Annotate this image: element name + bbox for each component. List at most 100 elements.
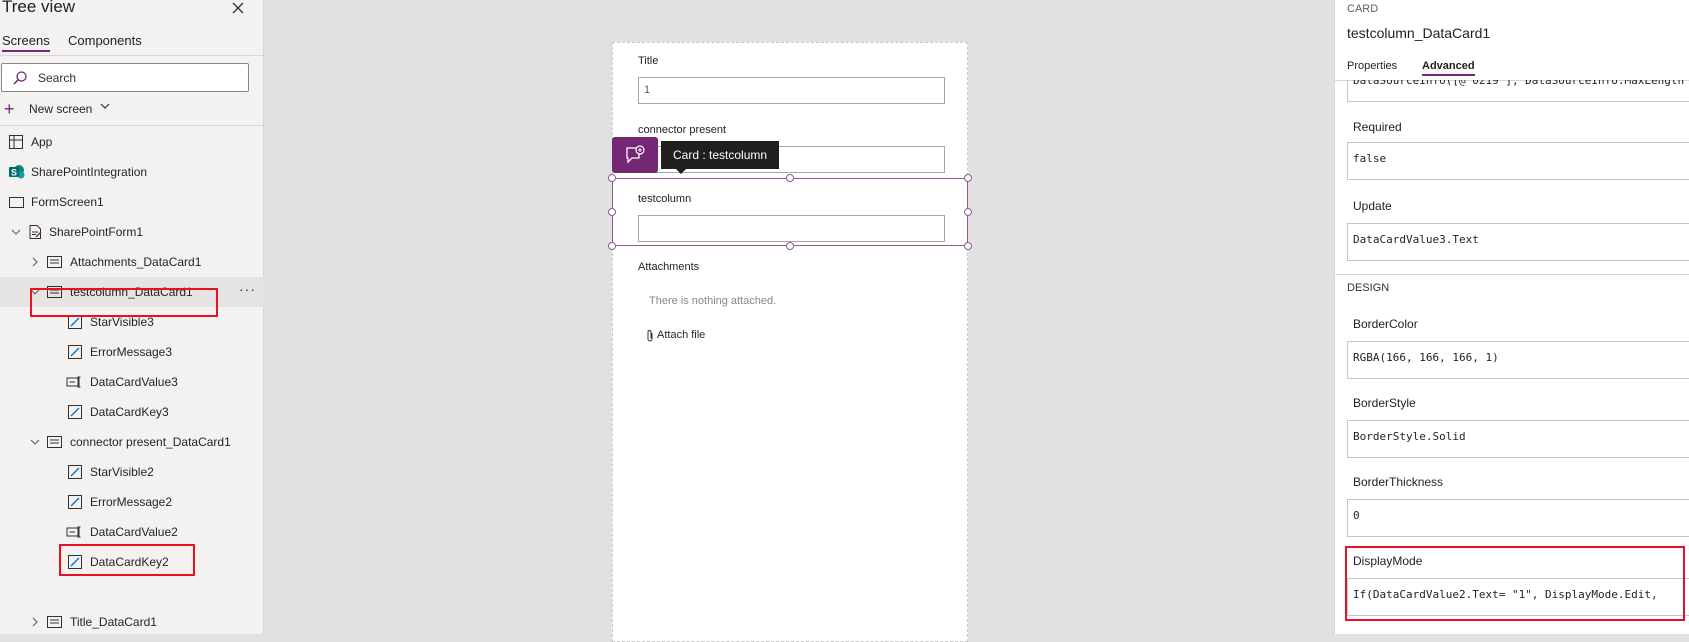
attachments-empty-text: There is nothing attached. (649, 295, 777, 307)
property-label-borderstyle: BorderStyle (1353, 396, 1416, 410)
highlight-box (30, 288, 218, 317)
chevron-right-icon[interactable] (29, 616, 41, 628)
tab-components[interactable]: Components (68, 33, 142, 48)
divider (1335, 274, 1689, 275)
tree-item-label: StarVisible2 (90, 465, 154, 479)
label-icon (67, 344, 84, 360)
tree-item-label: ErrorMessage3 (90, 345, 173, 359)
tab-screens[interactable]: Screens (2, 33, 50, 52)
tree-item-sharepointform1[interactable]: SharePointForm1 (0, 217, 264, 247)
resize-handle[interactable] (964, 242, 972, 250)
form-icon (27, 224, 44, 240)
property-input-borderthickness[interactable]: 0 (1347, 499, 1689, 537)
text-input-icon (66, 374, 83, 390)
resize-handle[interactable] (608, 208, 616, 216)
card-tooltip: Card : testcolumn (661, 141, 780, 169)
control-kind: CARD (1347, 3, 1379, 15)
tree-item-sharepointintegration[interactable]: S SharePointIntegration (0, 157, 264, 187)
property-label-required: Required (1353, 120, 1402, 134)
property-input-borderstyle[interactable]: BorderStyle.Solid (1347, 420, 1689, 458)
sharepoint-icon: S (8, 164, 25, 180)
resize-handle[interactable] (786, 242, 794, 250)
label-icon (67, 404, 84, 420)
chevron-down-icon (99, 100, 111, 115)
control-name[interactable]: testcolumn_DataCard1 (1347, 25, 1490, 41)
paperclip-icon (645, 329, 655, 346)
chevron-down-icon[interactable] (29, 436, 41, 448)
search-input[interactable]: Search (1, 63, 249, 92)
property-label-borderthickness: BorderThickness (1353, 475, 1444, 489)
tree-item-label: SharePointIntegration (31, 165, 148, 179)
tree-item-datacardvalue3[interactable]: DataCardValue3 (0, 367, 264, 397)
tree-item-app[interactable]: App (0, 127, 264, 157)
tree-item-title-datacard1[interactable]: Title_DataCard1 (0, 607, 264, 637)
tree-item-label: Attachments_DataCard1 (70, 255, 202, 269)
add-comment-button[interactable] (612, 137, 658, 173)
field-label-connector-present: connector present (638, 124, 727, 136)
tree-item-label: DataCardKey3 (90, 405, 169, 419)
resize-handle[interactable] (608, 242, 616, 250)
highlight-box (59, 544, 195, 576)
tree-item-label: DataCardValue2 (90, 525, 178, 539)
design-section-header: DESIGN (1347, 282, 1390, 294)
tree-view-panel: Tree view Screens Components Search + Ne… (0, 0, 264, 634)
tree-item-label: Title_DataCard1 (70, 615, 157, 629)
tree-item-label: App (31, 135, 53, 149)
property-label-update: Update (1353, 199, 1392, 213)
divider (0, 125, 264, 126)
property-input-bordercolor[interactable]: RGBA(166, 166, 166, 1) (1347, 341, 1689, 379)
plus-icon: + (4, 99, 15, 119)
resize-handle[interactable] (964, 208, 972, 216)
tree-item-datacardkey3[interactable]: DataCardKey3 (0, 397, 264, 427)
resize-handle[interactable] (608, 174, 616, 182)
text-input-icon (66, 524, 83, 540)
svg-text:S: S (11, 168, 17, 178)
property-input-required[interactable]: false (1347, 142, 1689, 180)
divider (0, 55, 264, 56)
more-options-icon[interactable]: ··· (239, 281, 256, 297)
card-icon (46, 434, 63, 450)
card-icon (46, 254, 63, 270)
tree-item-starvisible2[interactable]: StarVisible2 (0, 457, 264, 487)
tree-item-datacardvalue2[interactable]: DataCardValue2 (0, 517, 264, 547)
tree-item-label: SharePointForm1 (49, 225, 144, 239)
comment-add-icon (626, 145, 645, 164)
tree-item-label: ErrorMessage2 (90, 495, 173, 509)
app-icon (8, 134, 25, 150)
tab-advanced[interactable]: Advanced (1422, 60, 1475, 76)
new-screen-label: New screen (29, 102, 93, 116)
screen-icon (8, 194, 25, 210)
tree-item-label: FormScreen1 (31, 195, 104, 209)
label-icon (67, 464, 84, 480)
attach-file-label: Attach file (657, 329, 706, 341)
tree-item-connector-present-datacard1[interactable]: connector present_DataCard1 (0, 427, 264, 457)
tree-item-errormessage2[interactable]: ErrorMessage2 (0, 487, 264, 517)
chevron-down-icon[interactable] (10, 226, 22, 238)
sharepoint-form[interactable]: Title 1 connector present testcolumn Att… (612, 42, 968, 642)
properties-scroll-area[interactable]: DataSourceInfo([@'0219'], DataSourceInfo… (1335, 80, 1689, 634)
tab-properties[interactable]: Properties (1347, 60, 1397, 72)
property-input-update[interactable]: DataCardValue3.Text (1347, 223, 1689, 261)
tooltip-arrow (675, 168, 687, 174)
close-icon[interactable] (230, 0, 248, 18)
property-input[interactable]: DataSourceInfo([@'0219'], DataSourceInfo… (1347, 80, 1689, 102)
tree-item-errormessage3[interactable]: ErrorMessage3 (0, 337, 264, 367)
search-placeholder: Search (38, 71, 77, 85)
tree-item-label: connector present_DataCard1 (70, 435, 231, 449)
tree-item-formscreen1[interactable]: FormScreen1 (0, 187, 264, 217)
property-label-bordercolor: BorderColor (1353, 317, 1418, 331)
resize-handle[interactable] (786, 174, 794, 182)
field-label-attachments: Attachments (638, 261, 700, 273)
resize-handle[interactable] (964, 174, 972, 182)
properties-panel: CARD testcolumn_DataCard1 Properties Adv… (1334, 0, 1689, 634)
search-icon (13, 71, 27, 85)
card-icon (46, 614, 63, 630)
highlight-box (1345, 546, 1685, 621)
tree-view-title: Tree view (2, 0, 76, 16)
label-icon (67, 494, 84, 510)
tree-item-attachments-datacard1[interactable]: Attachments_DataCard1 (0, 247, 264, 277)
card-selection-box[interactable] (612, 178, 968, 246)
title-input[interactable]: 1 (638, 77, 945, 104)
chevron-right-icon[interactable] (29, 256, 41, 268)
tree-item-label: StarVisible3 (90, 315, 154, 329)
